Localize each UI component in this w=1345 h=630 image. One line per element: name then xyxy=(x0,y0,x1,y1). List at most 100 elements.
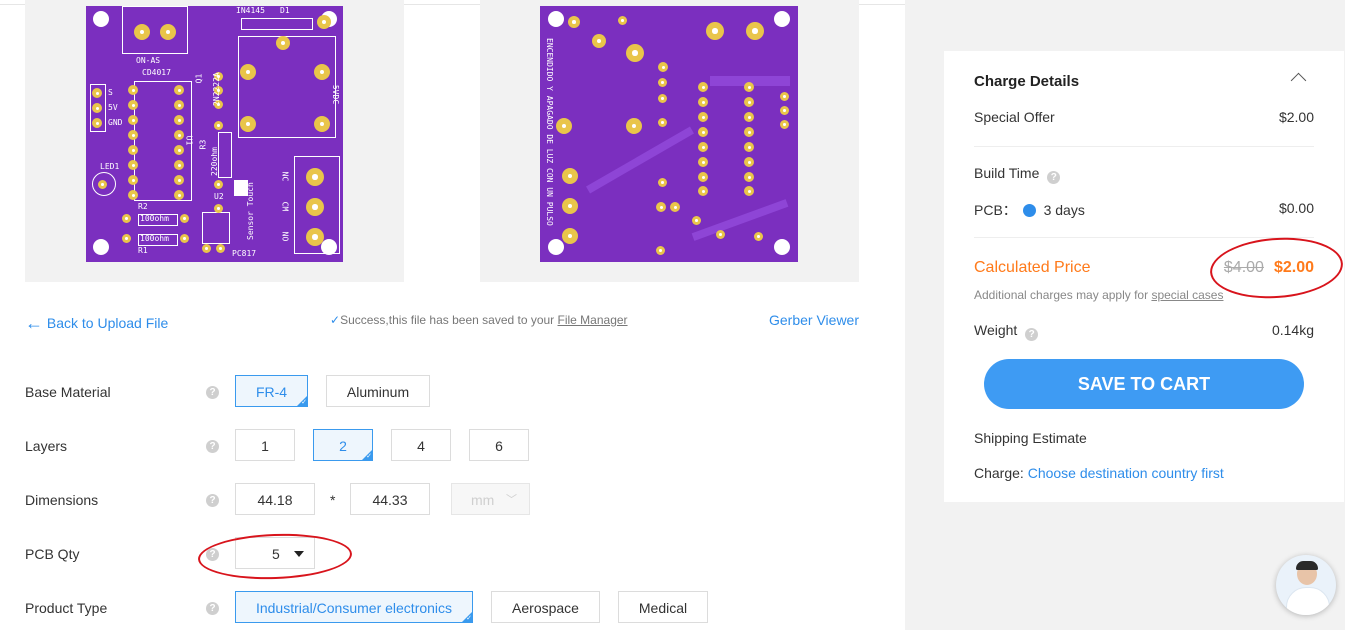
bottom-vertical-text: ENCENDIDO Y APAGADO DE LUZ CON UN PULSO xyxy=(545,38,554,226)
save-to-cart-button[interactable]: SAVE TO CART xyxy=(984,359,1304,409)
pcb-build-option[interactable]: 3 days xyxy=(1044,202,1085,218)
diode-outline xyxy=(241,18,313,30)
help-icon[interactable]: ? xyxy=(206,440,219,453)
pad xyxy=(240,64,256,80)
back-to-upload-label: Back to Upload File xyxy=(46,315,169,331)
product-type-medical[interactable]: Medical xyxy=(618,591,708,623)
label-sensor-touch: Sensor Touch xyxy=(246,182,255,240)
pad xyxy=(658,94,667,103)
dimensions-label: Dimensions xyxy=(25,492,99,508)
pad xyxy=(214,121,223,130)
label-cd4017: CD4017 xyxy=(142,68,171,77)
layers-option-2[interactable]: 2 xyxy=(313,429,373,462)
layers-option-6[interactable]: 6 xyxy=(469,429,529,461)
pcb-top-board: ON-AS CD4017 S 5V GND U1 LED1 Q1 2N2222A… xyxy=(86,6,343,262)
dimension-width-input[interactable]: 44.18 xyxy=(235,483,315,515)
label-r2: R2 xyxy=(138,202,148,211)
gerber-viewer-link[interactable]: Gerber Viewer xyxy=(769,312,859,328)
pad xyxy=(174,115,184,125)
pad xyxy=(306,228,324,246)
base-material-aluminum[interactable]: Aluminum xyxy=(326,375,430,407)
base-material-fr4[interactable]: FR-4 xyxy=(235,375,308,408)
label-u2: U2 xyxy=(214,192,224,201)
pad xyxy=(744,186,754,196)
help-icon[interactable]: ? xyxy=(206,386,219,399)
pad xyxy=(716,230,725,239)
pad xyxy=(658,118,667,127)
ic-outline xyxy=(134,81,192,201)
label-pc817: PC817 xyxy=(232,249,257,258)
support-avatar[interactable] xyxy=(1276,555,1336,615)
label-onoff: ON-AS xyxy=(136,56,161,65)
pad xyxy=(656,202,666,212)
pad xyxy=(656,246,665,255)
pad xyxy=(744,112,754,122)
pad xyxy=(128,130,138,140)
pad xyxy=(556,118,572,134)
pad xyxy=(706,22,724,40)
unit-select-value: mm xyxy=(471,492,495,508)
arrow-left-icon: ← xyxy=(25,313,43,333)
help-icon[interactable]: ? xyxy=(1047,171,1061,184)
charge-row: Charge: Choose destination country first xyxy=(974,465,1314,481)
pad xyxy=(698,112,708,122)
pad xyxy=(618,16,627,25)
label-r3: R3 xyxy=(198,139,208,150)
base-material-label: Base Material xyxy=(25,384,111,400)
pad xyxy=(698,142,708,152)
pad xyxy=(692,216,701,225)
avatar-body xyxy=(1286,587,1330,615)
charge-details-title: Charge Details xyxy=(974,73,1080,90)
build-time-row: Build Time ? xyxy=(974,165,1314,184)
pad xyxy=(698,157,708,167)
pad xyxy=(214,204,223,213)
label-q1: Q1 xyxy=(194,73,204,84)
choose-country-link[interactable]: Choose destination country first xyxy=(1028,465,1224,481)
help-icon[interactable]: ? xyxy=(1025,328,1039,341)
pad xyxy=(180,234,189,243)
pad xyxy=(174,130,184,140)
label-r2-value: 100ohm xyxy=(140,214,169,223)
check-icon: ✓ xyxy=(330,313,341,327)
mount-hole xyxy=(548,11,564,27)
r3-outline xyxy=(218,132,232,178)
pad xyxy=(626,118,642,134)
mount-hole xyxy=(774,239,790,255)
pad xyxy=(754,232,763,241)
switch-outline xyxy=(122,6,188,54)
pad xyxy=(240,116,256,132)
pad xyxy=(98,180,107,189)
layers-option-4[interactable]: 4 xyxy=(391,429,451,461)
pad xyxy=(174,160,184,170)
help-icon[interactable]: ? xyxy=(206,494,219,507)
special-cases-link[interactable]: special cases xyxy=(1151,288,1223,302)
pad xyxy=(306,198,324,216)
product-type-aerospace[interactable]: Aerospace xyxy=(491,591,600,623)
pad xyxy=(658,62,668,72)
pad xyxy=(562,168,578,184)
pad xyxy=(317,15,331,29)
chevron-down-icon: ﹀ xyxy=(506,494,517,506)
back-to-upload-link[interactable]: ← Back to Upload File xyxy=(25,313,168,334)
build-time-label: Build Time xyxy=(974,165,1040,181)
label-cm: CM xyxy=(280,201,290,212)
help-icon[interactable]: ? xyxy=(206,602,219,615)
pad xyxy=(698,172,708,182)
dimension-height-input[interactable]: 44.33 xyxy=(350,483,430,515)
label-led1: LED1 xyxy=(100,162,120,171)
pad xyxy=(276,36,290,50)
layers-option-1[interactable]: 1 xyxy=(235,429,295,461)
note-text: Additional charges may apply for xyxy=(974,288,1152,302)
radio-selected-icon[interactable] xyxy=(1022,204,1036,217)
unit-select[interactable]: mm ﹀ xyxy=(451,483,530,515)
pad xyxy=(174,145,184,155)
product-type-industrial[interactable]: Industrial/Consumer electronics xyxy=(235,591,473,624)
pad xyxy=(744,97,754,107)
file-manager-link[interactable]: File Manager xyxy=(558,313,628,327)
pad xyxy=(128,175,138,185)
label-in4145: IN4145 xyxy=(236,6,265,15)
pad xyxy=(592,34,606,48)
save-success-message: ✓Success,this file has been saved to you… xyxy=(330,313,628,327)
pad xyxy=(128,160,138,170)
pcb-build-value: $0.00 xyxy=(1278,200,1314,216)
